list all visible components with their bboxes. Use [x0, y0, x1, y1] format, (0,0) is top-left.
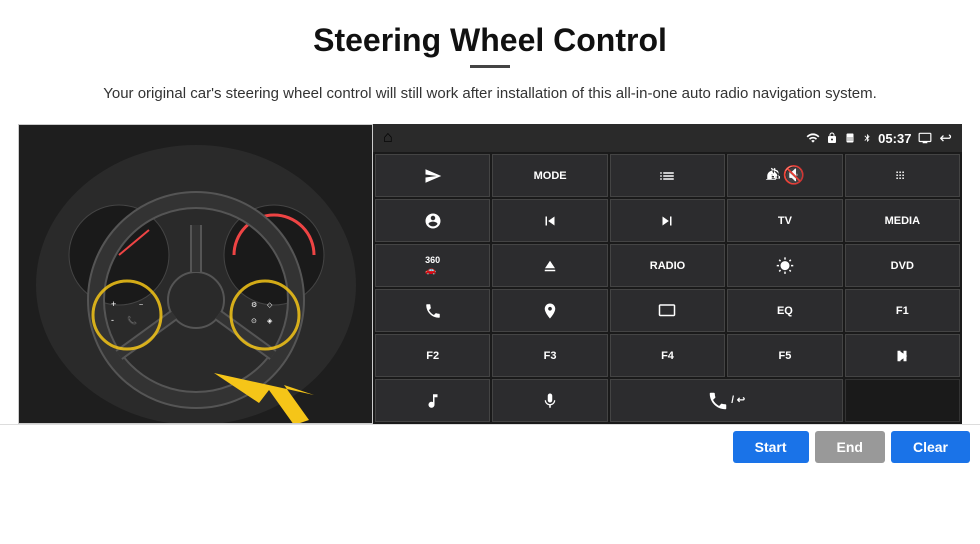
bluetooth-icon [862, 131, 872, 145]
btn-prev[interactable] [492, 199, 607, 242]
svg-text:◇: ◇ [267, 302, 273, 309]
svg-text:~: ~ [139, 302, 143, 309]
btn-f4[interactable]: F4 [610, 334, 725, 377]
title-divider [470, 65, 510, 68]
btn-mode[interactable]: MODE [492, 154, 607, 197]
btn-dvd[interactable]: DVD [845, 244, 960, 287]
btn-f2[interactable]: F2 [375, 334, 490, 377]
page-title: Steering Wheel Control [0, 0, 980, 65]
wifi-icon [806, 131, 820, 145]
btn-brightness[interactable] [727, 244, 842, 287]
btn-tv[interactable]: TV [727, 199, 842, 242]
status-bar: ⌂ 05:37 ↩ [373, 124, 962, 152]
btn-f3[interactable]: F3 [492, 334, 607, 377]
btn-apps[interactable] [845, 154, 960, 197]
btn-radio[interactable]: RADIO [610, 244, 725, 287]
start-button[interactable]: Start [733, 431, 809, 463]
svg-text:📞: 📞 [127, 315, 137, 325]
action-bar: Start End Clear [0, 424, 980, 469]
btn-music[interactable] [375, 379, 490, 422]
btn-settings[interactable] [375, 199, 490, 242]
sim-icon [844, 131, 856, 145]
svg-text:-: - [111, 315, 114, 325]
btn-play-pause[interactable] [845, 334, 960, 377]
btn-mute[interactable]: 🔇 [727, 154, 842, 197]
status-time: 05:37 [878, 131, 911, 146]
button-grid: MODE 🔇 TV MEDIA 360 [373, 152, 962, 424]
btn-nav[interactable] [492, 289, 607, 332]
clear-button[interactable]: Clear [891, 431, 970, 463]
screen-cast-icon [917, 131, 933, 145]
svg-text:◈: ◈ [267, 318, 273, 325]
btn-eject[interactable] [492, 244, 607, 287]
btn-next[interactable] [610, 199, 725, 242]
btn-mic[interactable] [492, 379, 607, 422]
btn-empty-r6c5 [845, 379, 960, 422]
end-button[interactable]: End [815, 431, 885, 463]
btn-call-end[interactable]: / ↩ [610, 379, 843, 422]
btn-360[interactable]: 360🚗 [375, 244, 490, 287]
svg-text:⚙: ⚙ [251, 301, 257, 309]
steering-wheel-image: + - 📞 ~ ⚙ ◇ ⊙ ◈ [18, 124, 373, 424]
btn-list[interactable] [610, 154, 725, 197]
svg-text:+: + [111, 299, 116, 309]
radio-panel: ⌂ 05:37 ↩ MODE [373, 124, 962, 424]
btn-media[interactable]: MEDIA [845, 199, 960, 242]
lock-icon [826, 131, 838, 145]
btn-eq[interactable]: EQ [727, 289, 842, 332]
btn-phone[interactable] [375, 289, 490, 332]
content-row: + - 📞 ~ ⚙ ◇ ⊙ ◈ ⌂ [0, 124, 980, 424]
svg-text:⊙: ⊙ [251, 318, 257, 325]
subtitle: Your original car's steering wheel contr… [0, 82, 980, 106]
home-icon[interactable]: ⌂ [383, 129, 393, 147]
back-icon[interactable]: ↩ [939, 129, 952, 147]
btn-navigate[interactable] [375, 154, 490, 197]
btn-screen-layout[interactable] [610, 289, 725, 332]
btn-f5[interactable]: F5 [727, 334, 842, 377]
btn-f1[interactable]: F1 [845, 289, 960, 332]
